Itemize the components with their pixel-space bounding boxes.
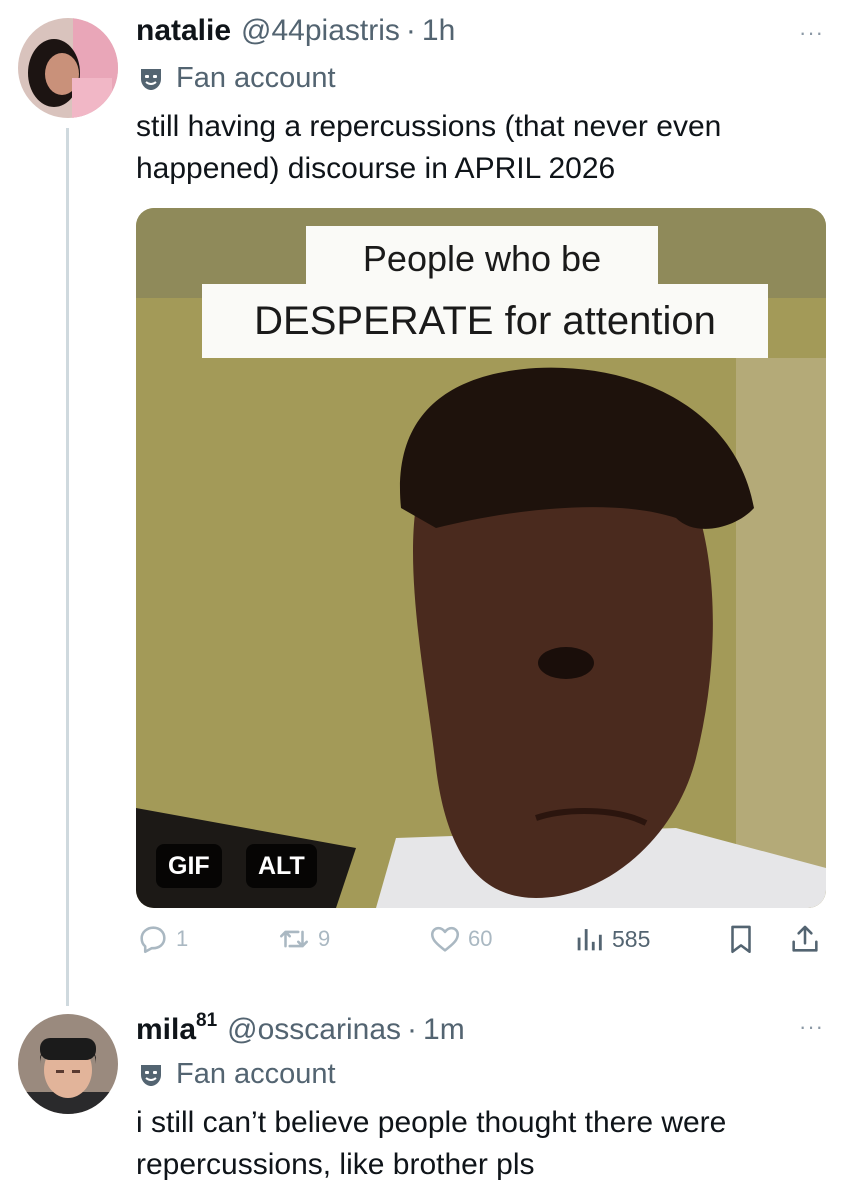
action-bar: 1 9 60 585 <box>136 922 826 966</box>
thread-line <box>66 128 69 1006</box>
fan-account-label: Fan account <box>138 1058 336 1091</box>
user-handle[interactable]: @44piastris <box>241 14 400 48</box>
timestamp[interactable]: 1h <box>422 14 455 48</box>
timestamp[interactable]: 1m <box>423 1013 465 1047</box>
views-button[interactable]: 585 <box>572 922 650 956</box>
gif-badge: GIF <box>156 844 222 888</box>
alt-text-button[interactable]: ALT <box>246 844 317 888</box>
badge-label: Fan account <box>176 62 336 94</box>
tweet-text: i still can’t believe people thought the… <box>136 1106 727 1181</box>
views-icon <box>577 929 602 951</box>
mask-icon <box>141 68 161 90</box>
repost-icon <box>279 930 309 948</box>
reply-icon <box>140 926 166 954</box>
avatar[interactable] <box>18 1014 118 1114</box>
display-name-superscript: 81 <box>196 1010 218 1031</box>
share-button[interactable] <box>788 922 822 956</box>
badge-label: Fan account <box>176 1058 336 1090</box>
meme-caption-line2: DESPERATE for attention <box>202 284 768 358</box>
like-count: 60 <box>468 926 493 951</box>
share-icon <box>792 925 818 952</box>
separator-dot: · <box>405 14 416 47</box>
user-handle[interactable]: @osscarinas <box>227 1013 401 1047</box>
display-name[interactable]: natalie <box>136 14 231 48</box>
tweet-header: natalie @44piastris · 1h <box>136 14 455 48</box>
bookmark-button[interactable] <box>724 922 758 956</box>
meme-caption-line1: People who be <box>306 226 658 292</box>
mask-icon <box>141 1064 161 1086</box>
reply-count: 1 <box>176 926 189 951</box>
display-name-text: mila <box>136 1013 197 1046</box>
avatar[interactable] <box>18 18 118 118</box>
gif-media[interactable]: People who be DESPERATE for attention GI… <box>136 208 826 908</box>
fan-account-label: Fan account <box>138 62 336 95</box>
display-name[interactable]: mila81 <box>136 1010 218 1047</box>
more-icon[interactable]: ··· <box>799 1014 824 1040</box>
like-button[interactable]: 60 <box>428 922 492 956</box>
view-count: 585 <box>612 925 651 952</box>
tweet-header: mila81 @osscarinas · 1m <box>136 1010 465 1047</box>
repost-button[interactable]: 9 <box>276 922 330 956</box>
bookmark-icon <box>731 925 751 954</box>
more-icon[interactable]: ··· <box>799 20 824 46</box>
repost-count: 9 <box>318 926 331 951</box>
separator-dot: · <box>407 1013 418 1046</box>
reply-button[interactable]: 1 <box>136 922 188 956</box>
heart-icon <box>430 926 460 952</box>
tweet-text: still having a repercussions (that never… <box>136 110 722 185</box>
